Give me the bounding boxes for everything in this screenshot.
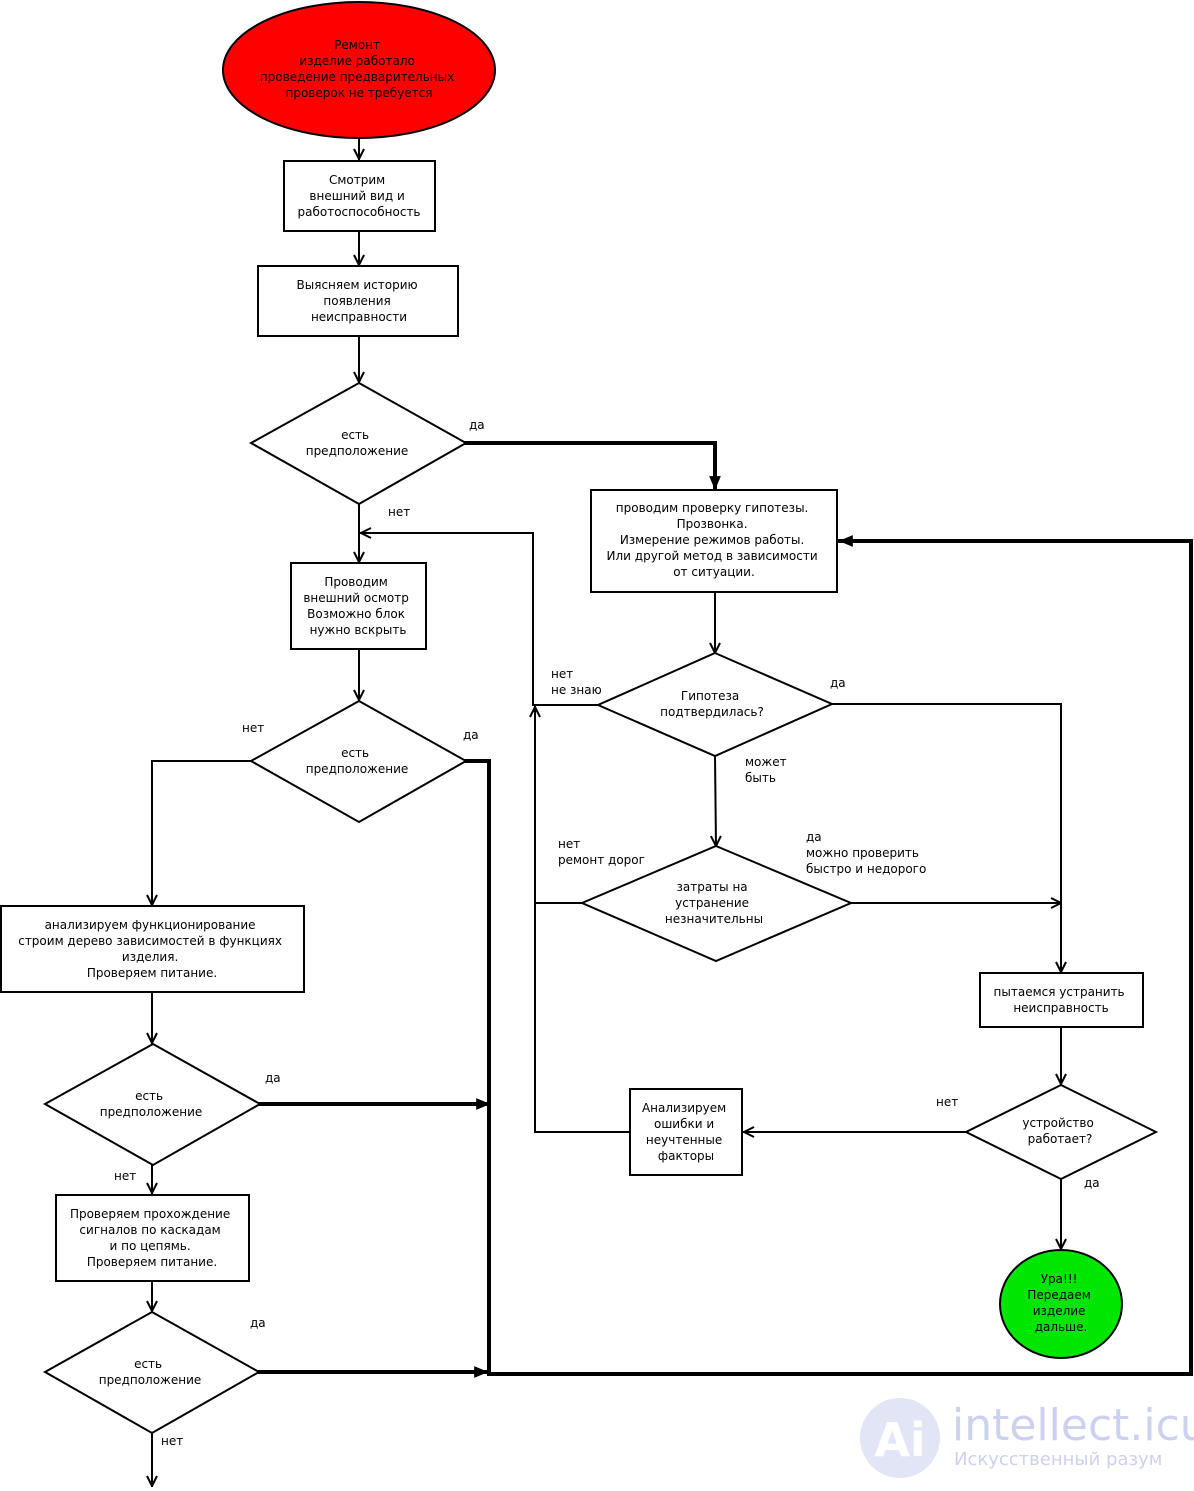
watermark: Ai intellect.icu Искусственный разум: [860, 1398, 1194, 1478]
label-d1-no: нет: [388, 505, 410, 519]
edge-cost-no: [534, 902, 583, 1133]
test-hypothesis-node[interactable]: проводим проверку гипотезы. Прозвонка. И…: [590, 489, 838, 593]
external-exam-node[interactable]: Проводим внешний осмотр Возможно блок ну…: [290, 562, 427, 650]
label-hyp-yes: да: [830, 676, 846, 690]
end-node[interactable]: Ура!!! Передаем изделие дальше.: [999, 1249, 1123, 1359]
watermark-tagline: Искусственный разум: [954, 1449, 1162, 1470]
inspect-look-node[interactable]: Смотрим внешний вид и работоспособность: [283, 160, 436, 232]
analyze-func-node[interactable]: анализируем функционирование строим дере…: [0, 905, 305, 993]
decision3-node[interactable]: есть предположение: [42, 1042, 263, 1167]
label-cost-no: нет ремонт дорог: [558, 837, 645, 867]
label-d1-yes: да: [469, 418, 485, 432]
label-hyp-no: нет не знаю: [551, 667, 602, 697]
try-fix-node[interactable]: пытаемся устранить неисправность: [979, 972, 1144, 1028]
cost-decision-label: затраты на устранение незначительны: [665, 880, 763, 926]
edge-decision2-no: [152, 760, 252, 906]
edge-decision2-yes: [464, 759, 491, 1376]
label-hyp-maybe: может быть: [745, 755, 790, 785]
check-signals-node[interactable]: Проверяем прохождение сигналов по каскад…: [55, 1194, 250, 1282]
edge-return-loop: [487, 535, 1193, 1376]
label-d3-no: нет: [114, 1169, 136, 1183]
decision2-node[interactable]: есть предположение: [248, 699, 469, 824]
edge-decision1-yes: [464, 441, 721, 491]
decision4-node[interactable]: есть предположение: [42, 1310, 262, 1435]
label-d4-no: нет: [161, 1434, 183, 1448]
watermark-brand: intellect.icu: [952, 1400, 1194, 1451]
label-d3-yes: да: [265, 1071, 281, 1085]
try-fix-box: [979, 972, 1144, 1028]
hypothesis-confirmed-node[interactable]: Гипотеза подтвердилась?: [595, 651, 835, 758]
analyze-errors-node[interactable]: Анализируем ошибки и неучтенные факторы: [629, 1088, 743, 1176]
label-d2-yes: да: [463, 728, 479, 742]
start-node[interactable]: Ремонт изделие работало проведение предв…: [222, 1, 496, 139]
decision1-node[interactable]: есть предположение: [248, 381, 469, 506]
device-works-node[interactable]: устройство работает?: [963, 1083, 1159, 1181]
edge-hypothesis-yes: [831, 703, 1061, 973]
label-d4-yes: да: [250, 1316, 266, 1330]
edge-hypothesis-maybe: [715, 754, 716, 846]
watermark-logo-letters: Ai: [874, 1413, 925, 1467]
label-d2-no: нет: [242, 721, 264, 735]
label-works-no: нет: [936, 1095, 958, 1109]
flowchart: Ремонт изделие работало проведение предв…: [0, 1, 1194, 1487]
label-cost-yes: да можно проверить быстро и недорого: [806, 830, 926, 876]
history-node[interactable]: Выясняем историю появления неисправности: [257, 265, 459, 337]
label-works-yes: да: [1084, 1176, 1100, 1190]
